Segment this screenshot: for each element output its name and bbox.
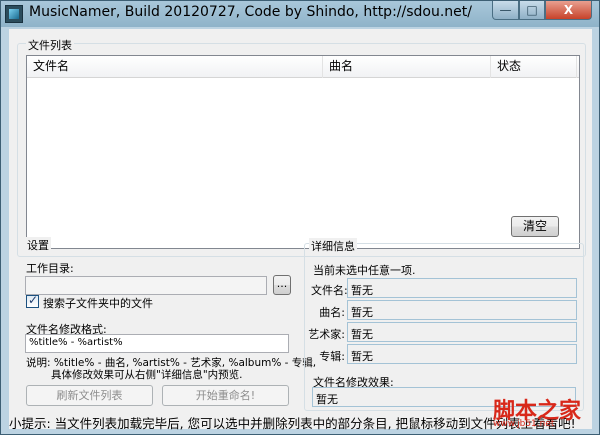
file-list-header: 文件名 曲名 状态 <box>27 56 579 78</box>
detail-value-artist: 暂无 <box>351 328 373 341</box>
detail-label-filename: 文件名: <box>311 284 348 297</box>
details-group-title: 详细信息 <box>309 238 357 254</box>
app-window: MusicNamer, Build 20120727, Code by Shin… <box>0 0 600 435</box>
detail-field-title: 暂无 <box>347 300 577 320</box>
column-header-filler <box>577 56 583 78</box>
detail-field-album: 暂无 <box>347 344 577 364</box>
format-value: %title% - %artist% <box>29 337 123 348</box>
work-dir-label: 工作目录: <box>26 262 74 275</box>
title-bar[interactable]: MusicNamer, Build 20120727, Code by Shin… <box>1 1 599 27</box>
format-input[interactable]: %title% - %artist% <box>25 334 289 353</box>
watermark-url: www.jb51.net <box>493 419 555 429</box>
search-subfolders-checkbox[interactable] <box>26 293 39 308</box>
browse-button[interactable]: ... <box>273 275 291 295</box>
minimize-button[interactable]: — <box>492 1 519 20</box>
work-dir-input[interactable] <box>25 276 267 295</box>
detail-value-album: 暂无 <box>351 350 373 363</box>
detail-label-album: 专辑: <box>319 350 345 363</box>
column-header-filename[interactable]: 文件名 <box>27 56 323 78</box>
rename-effect-value: 暂无 <box>316 393 338 406</box>
window-title: MusicNamer, Build 20120727, Code by Shin… <box>29 4 472 20</box>
detail-value-filename: 暂无 <box>351 284 373 297</box>
detail-label-title: 曲名: <box>319 306 345 319</box>
close-button[interactable]: X <box>545 1 592 20</box>
clear-button[interactable]: 清空 <box>511 216 559 237</box>
detail-value-title: 暂无 <box>351 306 373 319</box>
detail-field-filename: 暂无 <box>347 278 577 298</box>
detail-label-artist: 艺术家: <box>308 328 345 341</box>
file-list-view[interactable]: 文件名 曲名 状态 清空 <box>26 55 580 249</box>
details-status-line: 当前未选中任意一项. <box>313 264 416 277</box>
column-header-status[interactable]: 状态 <box>491 56 577 78</box>
maximize-button[interactable]: □ <box>519 1 545 20</box>
format-explain-line2: 具体修改效果可从右侧"详细信息"内预览. <box>51 369 243 381</box>
client-area: 文件列表 文件名 曲名 状态 清空 设置 工作目录: ... 搜索子文件夹中的文… <box>9 29 592 429</box>
file-list-group-title: 文件列表 <box>26 37 74 53</box>
start-rename-button[interactable]: 开始重命名! <box>162 385 289 406</box>
refresh-list-button[interactable]: 刷新文件列表 <box>26 385 153 406</box>
column-header-title[interactable]: 曲名 <box>323 56 491 78</box>
detail-field-artist: 暂无 <box>347 322 577 342</box>
app-icon[interactable] <box>5 5 23 23</box>
search-subfolders-label[interactable]: 搜索子文件夹中的文件 <box>43 295 153 311</box>
settings-group-title: 设置 <box>25 237 51 253</box>
